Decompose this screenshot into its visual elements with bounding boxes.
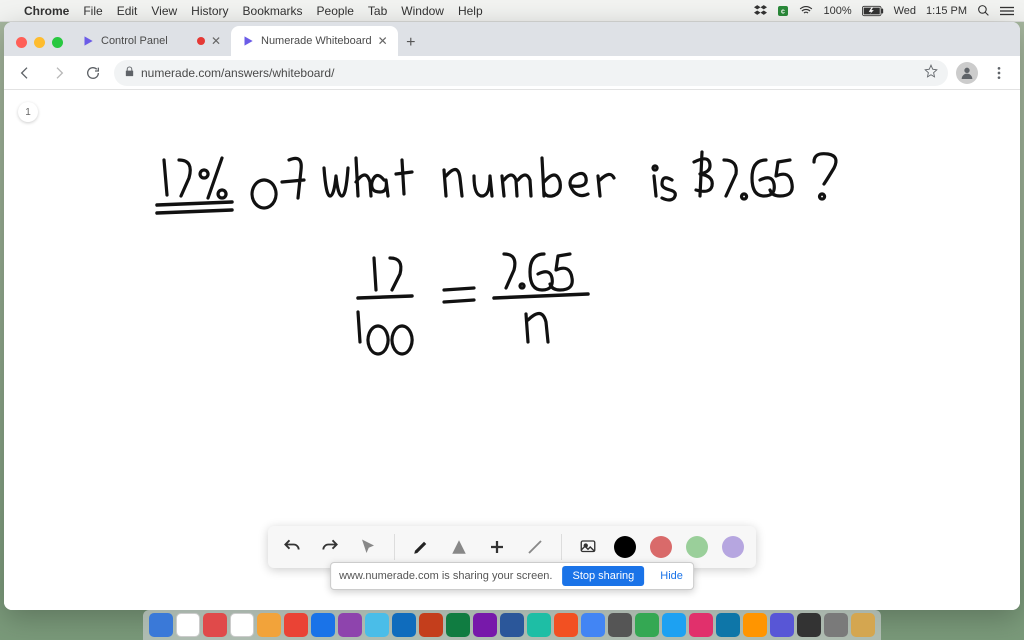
- app-menu[interactable]: Chrome: [24, 4, 69, 18]
- dock-app-icon[interactable]: [608, 613, 632, 637]
- toolbar-separator: [561, 534, 562, 560]
- menu-view[interactable]: View: [151, 4, 177, 18]
- color-swatch-black[interactable]: [614, 536, 636, 558]
- dock-app-icon[interactable]: [473, 613, 497, 637]
- dock-app-icon[interactable]: [581, 613, 605, 637]
- lock-icon: [124, 66, 135, 80]
- new-tab-button[interactable]: +: [398, 30, 424, 56]
- battery-percent: 100%: [823, 5, 851, 17]
- spotlight-icon[interactable]: [977, 4, 990, 17]
- image-tool-icon[interactable]: [576, 535, 600, 559]
- address-bar: numerade.com/answers/whiteboard/: [4, 56, 1020, 90]
- dock-app-icon[interactable]: [257, 613, 281, 637]
- menu-bar-left: Chrome File Edit View History Bookmarks …: [10, 4, 483, 18]
- menu-tab[interactable]: Tab: [368, 4, 387, 18]
- toolbar-separator: [394, 534, 395, 560]
- dock-app-icon[interactable]: [365, 613, 389, 637]
- url-input[interactable]: numerade.com/answers/whiteboard/: [114, 60, 948, 86]
- menu-people[interactable]: People: [317, 4, 354, 18]
- window-maximize-button[interactable]: [52, 37, 63, 48]
- hide-share-bar-button[interactable]: Hide: [654, 570, 689, 582]
- dock-app-icon[interactable]: [149, 613, 173, 637]
- url-text: numerade.com/answers/whiteboard/: [141, 66, 918, 80]
- share-message: www.numerade.com is sharing your screen.: [339, 570, 552, 582]
- shape-tool-icon[interactable]: [447, 535, 471, 559]
- bookmark-star-icon[interactable]: [924, 64, 938, 81]
- color-swatch-purple[interactable]: [722, 536, 744, 558]
- chrome-window: Control Panel ✕ Numerade Whiteboard ✕ + …: [4, 22, 1020, 610]
- add-tool-icon[interactable]: [485, 535, 509, 559]
- dock-app-icon[interactable]: [851, 613, 875, 637]
- tab-favicon: [241, 34, 255, 48]
- app-status-icon[interactable]: c: [777, 5, 789, 17]
- pen-tool-icon[interactable]: [409, 535, 433, 559]
- dropbox-status-icon[interactable]: [754, 4, 767, 17]
- dock-app-icon[interactable]: [770, 613, 794, 637]
- dock-app-icon[interactable]: [716, 613, 740, 637]
- dock-app-icon[interactable]: [419, 613, 443, 637]
- dock-app-icon[interactable]: [230, 613, 254, 637]
- window-close-button[interactable]: [16, 37, 27, 48]
- dock-app-icon[interactable]: [284, 613, 308, 637]
- dock-app-icon[interactable]: [500, 613, 524, 637]
- dock-app-icon[interactable]: [176, 613, 200, 637]
- dock-app-icon[interactable]: [527, 613, 551, 637]
- screen-share-bar: www.numerade.com is sharing your screen.…: [330, 562, 694, 590]
- macos-menu-bar: Chrome File Edit View History Bookmarks …: [0, 0, 1024, 22]
- dock-app-icon[interactable]: [797, 613, 821, 637]
- color-swatch-green[interactable]: [686, 536, 708, 558]
- tab-control-panel[interactable]: Control Panel ✕: [71, 26, 231, 56]
- tab-title: Numerade Whiteboard: [261, 35, 372, 47]
- dock-app-icon[interactable]: [743, 613, 767, 637]
- dock-app-icon[interactable]: [311, 613, 335, 637]
- color-swatch-red[interactable]: [650, 536, 672, 558]
- window-minimize-button[interactable]: [34, 37, 45, 48]
- back-button[interactable]: [12, 60, 38, 86]
- tab-strip: Control Panel ✕ Numerade Whiteboard ✕ +: [4, 22, 1020, 56]
- window-controls: [12, 37, 71, 56]
- dock-app-icon[interactable]: [662, 613, 686, 637]
- clock-time: 1:15 PM: [926, 5, 967, 17]
- menu-help[interactable]: Help: [458, 4, 483, 18]
- tab-favicon: [81, 34, 95, 48]
- tab-close-icon[interactable]: ✕: [211, 34, 221, 48]
- tab-numerade-whiteboard[interactable]: Numerade Whiteboard ✕: [231, 26, 398, 56]
- tab-close-icon[interactable]: ✕: [378, 34, 388, 48]
- menu-window[interactable]: Window: [401, 4, 444, 18]
- dock-app-icon[interactable]: [824, 613, 848, 637]
- dock-app-icon[interactable]: [203, 613, 227, 637]
- chrome-menu-icon[interactable]: [986, 60, 1012, 86]
- page-content: 1: [4, 90, 1020, 610]
- profile-avatar-icon[interactable]: [956, 62, 978, 84]
- menu-history[interactable]: History: [191, 4, 228, 18]
- dock-app-icon[interactable]: [338, 613, 362, 637]
- menu-edit[interactable]: Edit: [117, 4, 138, 18]
- dock-app-icon[interactable]: [635, 613, 659, 637]
- menu-file[interactable]: File: [83, 4, 102, 18]
- undo-button[interactable]: [280, 535, 304, 559]
- dock-app-icon[interactable]: [689, 613, 713, 637]
- battery-icon[interactable]: [862, 5, 884, 17]
- redo-button[interactable]: [318, 535, 342, 559]
- dock-app-icon[interactable]: [554, 613, 578, 637]
- tab-title: Control Panel: [101, 35, 191, 47]
- menu-bar-right: c 100% Wed 1:15 PM: [754, 4, 1014, 18]
- menu-bookmarks[interactable]: Bookmarks: [243, 4, 303, 18]
- control-center-icon[interactable]: [1000, 5, 1014, 17]
- recording-indicator-icon: [197, 37, 205, 45]
- clock-day: Wed: [894, 5, 916, 17]
- dock-app-icon[interactable]: [392, 613, 416, 637]
- svg-text:c: c: [782, 8, 786, 15]
- reload-button[interactable]: [80, 60, 106, 86]
- macos-dock: [143, 610, 881, 640]
- dock-app-icon[interactable]: [446, 613, 470, 637]
- stop-sharing-button[interactable]: Stop sharing: [562, 566, 644, 586]
- line-tool-icon[interactable]: [523, 535, 547, 559]
- pointer-tool-icon[interactable]: [356, 535, 380, 559]
- wifi-icon[interactable]: [799, 4, 813, 18]
- forward-button[interactable]: [46, 60, 72, 86]
